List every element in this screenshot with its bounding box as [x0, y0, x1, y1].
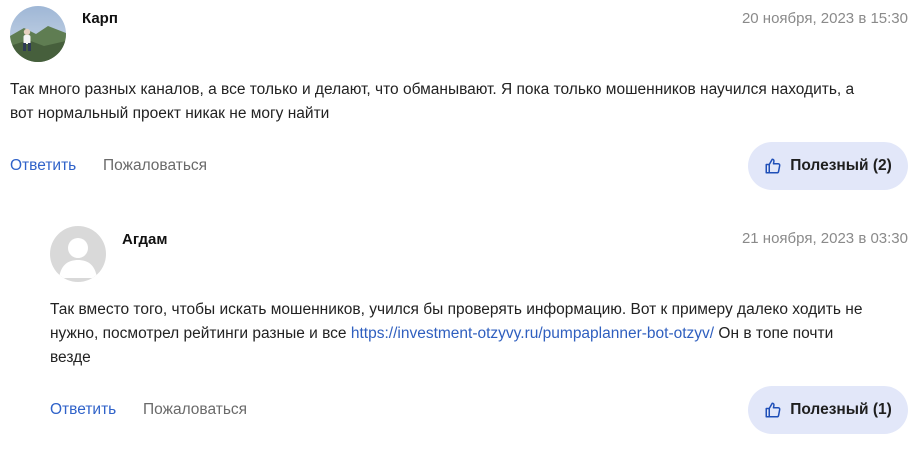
comment-date: 21 ноября, 2023 в 03:30	[741, 230, 908, 247]
avatar[interactable]	[50, 226, 106, 282]
useful-button[interactable]: Полезный (1)	[748, 386, 908, 434]
comment-link[interactable]: https://investment-otzyvy.ru/pumpaplanne…	[351, 325, 714, 342]
reply-button[interactable]: Ответить	[10, 157, 76, 175]
comment-text: Так много разных каналов, а все только и…	[10, 78, 900, 126]
complain-button[interactable]: Пожаловаться	[103, 157, 207, 175]
comment-text-line: нужно, посмотрел рейтинги разные и все h…	[50, 322, 900, 346]
useful-button[interactable]: Полезный (2)	[748, 142, 908, 190]
comment-item: Карп 20 ноября, 2023 в 15:30 Так много р…	[0, 0, 914, 210]
comment-text-line: везде	[50, 349, 91, 366]
comment-text-fragment: нужно, посмотрел рейтинги разные и все	[50, 325, 351, 342]
default-avatar-icon	[50, 226, 106, 282]
comment-text-line: Так вместо того, чтобы искать мошенников…	[50, 301, 863, 318]
comment-text-fragment: Он в топе почти	[714, 325, 834, 342]
avatar-photo	[10, 6, 66, 62]
comment-author: Карп	[82, 10, 118, 27]
reply-button[interactable]: Ответить	[50, 401, 116, 419]
thumbs-up-icon	[764, 401, 782, 419]
comment-text: Так вместо того, чтобы искать мошенников…	[50, 298, 900, 370]
comment-text-line: Так много разных каналов, а все только и…	[10, 81, 855, 98]
comment-author: Агдам	[122, 231, 168, 248]
thumbs-up-icon	[764, 157, 782, 175]
complain-button[interactable]: Пожаловаться	[143, 401, 247, 419]
avatar[interactable]	[10, 6, 66, 62]
comment-date: 20 ноября, 2023 в 15:30	[741, 10, 908, 27]
useful-label: Полезный (1)	[790, 401, 892, 418]
useful-label: Полезный (2)	[790, 157, 892, 174]
comment-text-line: вот нормальный проект никак не могу найт…	[10, 105, 330, 122]
